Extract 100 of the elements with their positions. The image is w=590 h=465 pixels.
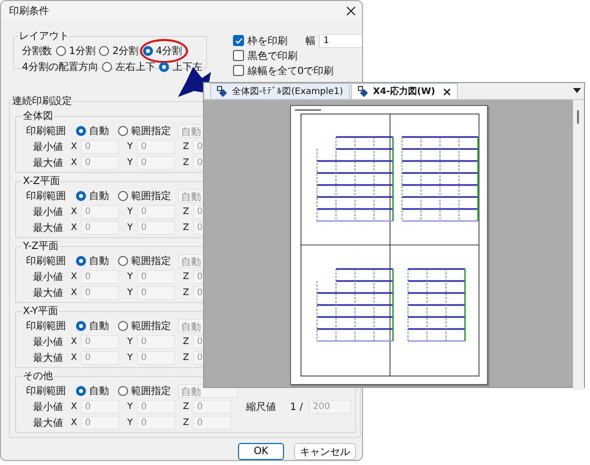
field-label: 印刷範囲	[26, 320, 67, 333]
axis-label: Z	[182, 272, 190, 282]
axis-label: X	[70, 142, 78, 152]
axis-label: X	[70, 288, 78, 298]
radio-button[interactable]: 範囲指定	[118, 318, 171, 332]
axis-label: Z	[182, 353, 190, 363]
axis-label: Z	[182, 418, 190, 428]
caret-icon	[573, 88, 581, 93]
axis-label: X	[70, 337, 78, 347]
axis-label: Z	[182, 142, 190, 152]
scrollbar[interactable]	[573, 100, 584, 390]
axis-label: Y	[126, 272, 134, 282]
axis-label: Y	[126, 223, 134, 233]
diamond-icon	[217, 86, 228, 97]
field-label: 最大値	[32, 352, 63, 365]
number-field[interactable]: 0	[193, 416, 231, 430]
number-field[interactable]: 0	[81, 140, 119, 154]
radio-button[interactable]: 1分割	[56, 44, 96, 58]
number-field[interactable]: 0	[193, 400, 231, 414]
number-field[interactable]: 0	[137, 270, 175, 284]
axis-label: X	[70, 418, 78, 428]
number-field[interactable]: 0	[137, 140, 175, 154]
axis-label: Z	[182, 223, 190, 233]
axis-label: Y	[126, 158, 134, 168]
number-field[interactable]: 0	[81, 286, 119, 300]
number-field[interactable]: 0	[137, 400, 175, 414]
number-field[interactable]: 0	[137, 221, 175, 235]
checkbox[interactable]: 線幅を全て0で印刷	[233, 64, 334, 78]
tab-label: X4-応力図(W)	[373, 85, 436, 98]
axis-label: X	[70, 272, 78, 282]
axis-label: Y	[126, 337, 134, 347]
number-field[interactable]: 0	[137, 286, 175, 300]
group-title: 全体図	[22, 110, 54, 123]
dialog-button[interactable]: OK	[238, 443, 284, 460]
number-field[interactable]: 0	[137, 205, 175, 219]
field-label: 最小値	[32, 270, 63, 284]
number-field[interactable]: 0	[81, 400, 119, 414]
radio-button[interactable]: 範囲指定	[118, 384, 171, 398]
scale-prefix: 1 /	[290, 402, 303, 412]
radio-button[interactable]: 左右上下	[102, 60, 156, 74]
axis-label: Z	[182, 158, 190, 168]
group-title: Y-Z平面	[22, 240, 60, 253]
number-field[interactable]: 0	[137, 351, 175, 365]
axis-label: Y	[126, 353, 134, 363]
radio-button[interactable]: 2分割	[99, 44, 139, 58]
tab[interactable]: X4-応力図(W)	[351, 83, 458, 99]
axis-label: Z	[182, 402, 190, 412]
radio-button[interactable]: 自動	[76, 254, 109, 268]
group-title: X-Z平面	[22, 175, 61, 188]
field-label: 幅	[305, 34, 316, 48]
radio-button[interactable]: 自動	[76, 318, 109, 332]
field-label: 最大値	[32, 286, 63, 300]
radio-button[interactable]: 4分割	[142, 44, 182, 58]
axis-label: Z	[182, 288, 190, 298]
field-label: 最小値	[32, 140, 63, 154]
dialog-button[interactable]: キャンセル	[294, 443, 356, 460]
checkbox[interactable]: 黒色で印刷	[233, 48, 298, 63]
radio-button[interactable]: 自動	[76, 124, 109, 138]
axis-label: X	[70, 353, 78, 363]
number-field[interactable]: 0	[81, 335, 119, 349]
axis-label: X	[70, 207, 78, 217]
number-field[interactable]: 1	[319, 34, 362, 48]
tab[interactable]: 全体図-ﾓﾃﾞﾙ図(Example1)	[210, 83, 350, 99]
axis-label: Y	[126, 402, 134, 412]
group-title: 連続印刷設定	[11, 94, 73, 108]
axis-label: X	[70, 158, 78, 168]
radio-button[interactable]: 範囲指定	[118, 124, 171, 138]
radio-button[interactable]: 自動	[76, 188, 109, 202]
group-title: その他	[22, 370, 54, 383]
number-field[interactable]: 0	[81, 156, 119, 170]
number-field[interactable]: 0	[137, 335, 175, 349]
number-field[interactable]: 0	[137, 156, 175, 170]
number-field[interactable]: 0	[81, 416, 119, 430]
axis-label: X	[70, 223, 78, 233]
radio-button[interactable]: 範囲指定	[118, 254, 171, 268]
field-label: 印刷範囲	[26, 384, 67, 398]
number-field[interactable]: 200	[308, 400, 351, 414]
field-label: 最大値	[32, 156, 63, 170]
axis-label: Z	[182, 207, 190, 217]
checkbox[interactable]: 枠を印刷	[233, 34, 288, 48]
axis-label: Y	[126, 288, 134, 298]
field-label: 印刷範囲	[26, 254, 67, 268]
radio-button[interactable]: 自動	[76, 384, 109, 398]
field-label: 最小値	[32, 400, 63, 414]
field-label: 4分割の配置方向	[22, 60, 98, 74]
group-title: レイアウト	[18, 30, 70, 44]
number-field[interactable]: 0	[81, 351, 119, 365]
field-label: 最小値	[32, 206, 63, 219]
number-field[interactable]: 0	[81, 270, 119, 284]
scroll-thumb[interactable]	[577, 110, 579, 124]
axis-label: Y	[126, 207, 134, 217]
field-label: 最小値	[32, 336, 63, 349]
number-field[interactable]: 0	[137, 416, 175, 430]
close-button[interactable]	[443, 88, 452, 96]
radio-button[interactable]: 範囲指定	[118, 188, 171, 202]
number-field[interactable]: 0	[81, 221, 119, 235]
close-icon	[346, 6, 356, 16]
number-field[interactable]: 0	[81, 205, 119, 219]
dropdown-button[interactable]	[573, 88, 581, 93]
axis-label: Y	[126, 418, 134, 428]
